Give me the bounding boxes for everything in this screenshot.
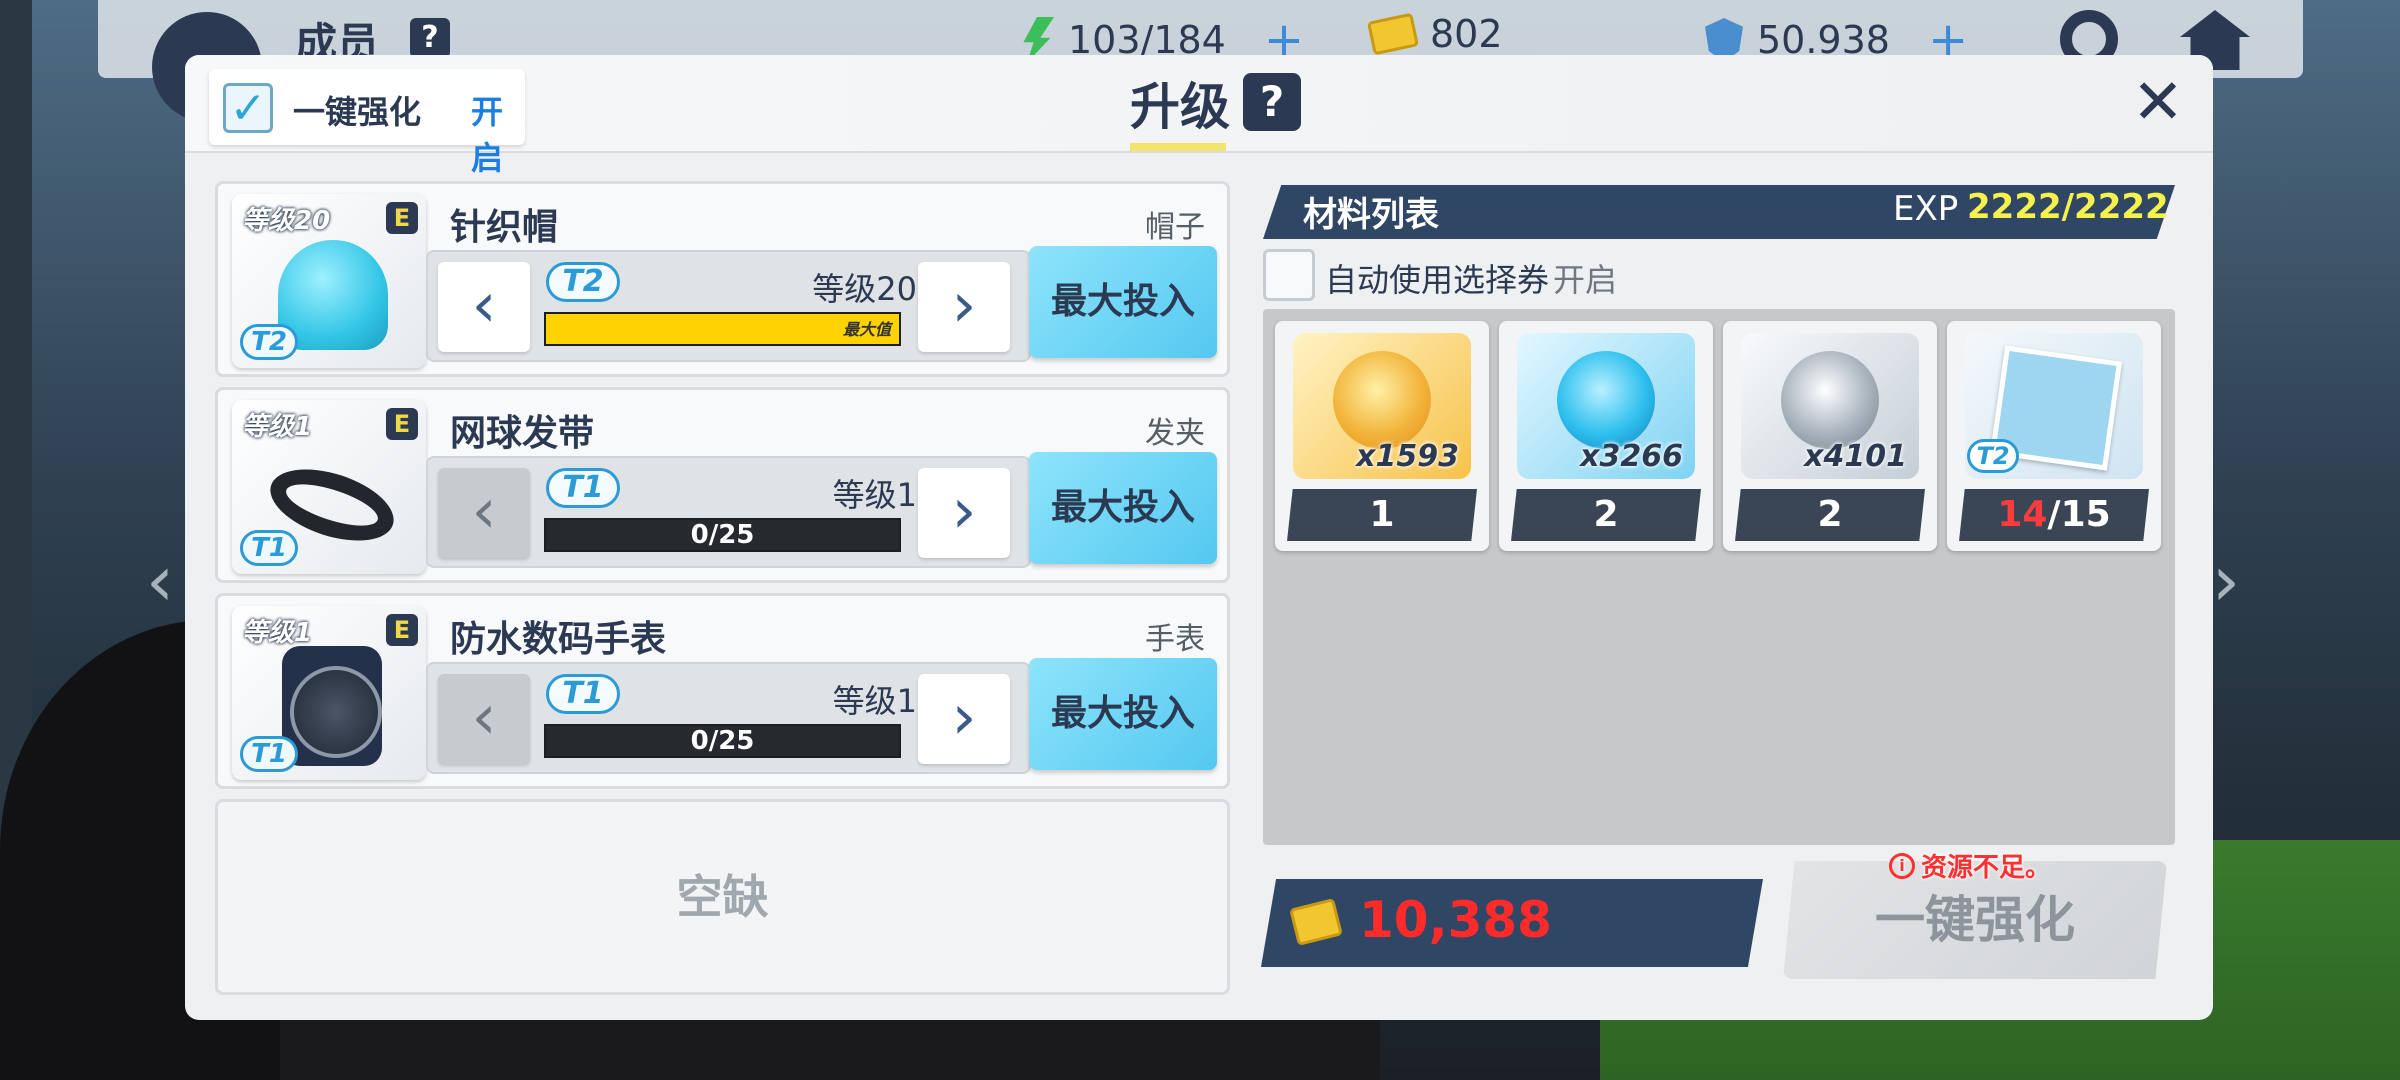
level-decrease-button[interactable]: ‹ [438, 468, 530, 558]
progress-text: 0/25 [690, 726, 755, 756]
ticket-icon [1366, 12, 1420, 56]
equipment-slot-headband: 等级1 E T1 网球发带 发夹 ‹ T1 等级1 0/25 › 最大投入 [215, 387, 1230, 583]
exp-progress-bar: 0/25 [544, 724, 901, 758]
material-quantity: x1593 [1356, 439, 1459, 474]
auto-select-state: 开启 [1553, 261, 1618, 299]
auto-enhance-label: 一键强化 [293, 93, 422, 131]
auto-enhance-state: 开启 [471, 93, 504, 177]
item-name: 网球发带 [450, 413, 595, 454]
warning-text: 资源不足。 [1921, 853, 2052, 883]
max-invest-button[interactable]: 最大投入 [1029, 246, 1217, 358]
title-underline [1130, 143, 1226, 151]
level-label: 等级1 [832, 682, 917, 720]
tier-badge: T2 [546, 262, 620, 302]
grade-badge: E [386, 202, 418, 234]
cost-value: 10,388 [1359, 891, 1552, 949]
level-control: ‹ T2 等级20 最大值 › [426, 250, 1031, 362]
item-thumbnail[interactable]: 等级20 E T2 [232, 194, 426, 368]
item-type: 手表 [1145, 622, 1205, 657]
auto-enhance-toggle[interactable]: ✓ 一键强化 开启 [209, 69, 525, 177]
tier-badge: T2 [240, 324, 298, 360]
tier-badge: T1 [240, 736, 298, 772]
checkbox-checked-icon[interactable]: ✓ [223, 83, 273, 133]
material-use-count: 1 [1287, 489, 1477, 541]
thumb-level: 等级1 [242, 412, 313, 442]
auto-select-checkbox[interactable] [1263, 249, 1315, 301]
item-name: 防水数码手表 [450, 619, 667, 660]
material-hat-card[interactable]: T2 14/15 [1947, 321, 2161, 551]
equipment-slot-hat: 等级20 E T2 针织帽 帽子 ‹ T2 等级20 最大值 › 最大投入 [215, 181, 1230, 377]
grade-badge: E [386, 614, 418, 646]
panel-header: ✓ 一键强化 开启 升级 ? ✕ [185, 55, 2213, 177]
tier-badge: T2 [1967, 439, 2019, 473]
level-label: 等级1 [832, 476, 917, 514]
progress-text: 0/25 [690, 520, 755, 550]
level-increase-button[interactable]: › [918, 674, 1010, 764]
count-total: /15 [2047, 494, 2111, 535]
silver-orb-icon [1781, 351, 1879, 449]
auto-select-label: 自动使用选择券 [1325, 261, 1550, 299]
level-label: 等级20 [812, 270, 917, 308]
tier-badge: T1 [546, 674, 620, 714]
material-silver-orb[interactable]: x4101 2 [1723, 321, 1937, 551]
material-gold-orb[interactable]: x1593 1 [1275, 321, 1489, 551]
material-quantity: x4101 [1804, 439, 1907, 474]
blue-orb-icon [1557, 351, 1655, 449]
level-increase-button[interactable]: › [918, 468, 1010, 558]
info-icon: i [1889, 852, 1915, 879]
next-arrow-icon[interactable]: › [2212, 540, 2262, 622]
item-type: 发夹 [1145, 416, 1205, 451]
empty-slot[interactable]: 空缺 [215, 799, 1230, 995]
panel-help-button[interactable]: ? [1243, 73, 1301, 131]
thumb-level: 等级1 [242, 618, 313, 648]
item-name: 针织帽 [450, 207, 559, 248]
resource-warning: i 资源不足。 [1889, 847, 2051, 884]
level-decrease-button[interactable]: ‹ [438, 262, 530, 352]
max-label: 最大值 [842, 320, 891, 339]
close-icon[interactable]: ✕ [2125, 71, 2191, 137]
material-use-count: 14/15 [1959, 489, 2149, 541]
top-help-button[interactable]: ? [410, 18, 450, 58]
material-blue-orb[interactable]: x3266 2 [1499, 321, 1713, 551]
gold-orb-icon [1333, 351, 1431, 449]
max-invest-button[interactable]: 最大投入 [1029, 452, 1217, 564]
item-thumbnail[interactable]: 等级1 E T1 [232, 400, 426, 574]
ticket-counter: 802 [1366, 12, 1503, 56]
material-quantity: x3266 [1580, 439, 1683, 474]
level-control: ‹ T1 等级1 0/25 › [426, 662, 1031, 774]
panel-title: 升级 [1130, 78, 1230, 136]
equipment-slot-watch: 等级1 E T1 防水数码手表 手表 ‹ T1 等级1 0/25 › 最大投入 [215, 593, 1230, 789]
count-have: 14 [1997, 494, 2048, 535]
exp-progress-bar: 最大值 [544, 312, 901, 346]
level-increase-button[interactable]: › [918, 262, 1010, 352]
tier-badge: T1 [240, 530, 298, 566]
ticket-value: 802 [1430, 12, 1503, 56]
exp-label: EXP [1893, 189, 1959, 229]
item-thumbnail[interactable]: 等级1 E T1 [232, 606, 426, 780]
materials-title: 材料列表 [1303, 195, 1439, 235]
level-control: ‹ T1 等级1 0/25 › [426, 456, 1031, 568]
max-invest-button[interactable]: 最大投入 [1029, 658, 1217, 770]
thumb-level: 等级20 [242, 206, 331, 236]
exp-progress-bar: 0/25 [544, 518, 901, 552]
grade-badge: E [386, 408, 418, 440]
material-use-count: 2 [1511, 489, 1701, 541]
exp-value: 2222/2222 [1967, 187, 2169, 227]
level-decrease-button[interactable]: ‹ [438, 674, 530, 764]
tier-badge: T1 [546, 468, 620, 508]
item-type: 帽子 [1145, 210, 1205, 245]
material-use-count: 2 [1735, 489, 1925, 541]
